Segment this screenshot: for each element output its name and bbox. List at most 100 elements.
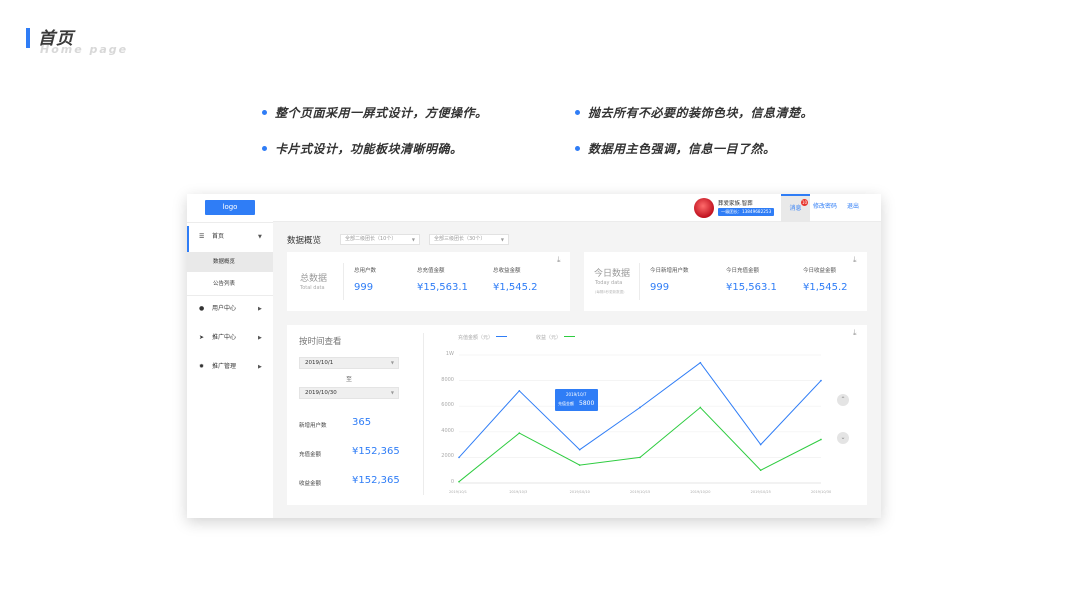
scroll-down-button[interactable]: ⌄	[837, 432, 849, 444]
sidebar-item-label: 首页	[212, 233, 225, 240]
bullet-dot	[262, 146, 267, 151]
page-subtitle: Home page	[40, 43, 129, 56]
data-point	[699, 406, 702, 409]
overview-title: 数据概览	[287, 236, 322, 246]
stat-value: ¥15,563.1	[417, 282, 468, 293]
data-point	[578, 464, 581, 466]
bullet-text: 数据用主色强调，信息一目了然。	[588, 142, 776, 156]
chevron-right-icon: ▶	[258, 306, 262, 312]
logo[interactable]: logo	[205, 200, 255, 215]
stat-label: 今日充值金额	[726, 268, 760, 274]
series-line-0	[458, 361, 822, 458]
message-count-badge: 10	[801, 199, 808, 206]
chevron-down-icon: ▼	[500, 237, 504, 242]
sidebar-item-home[interactable]: ☰ 首页 ▼	[187, 224, 273, 252]
data-point	[458, 480, 460, 483]
bullet-item: 卡片式设计，功能板块清晰明确。	[262, 140, 463, 157]
list-icon: ☰	[199, 233, 205, 240]
data-point	[820, 438, 822, 441]
sidebar-item-label: 推广中心	[212, 334, 237, 341]
tooltip-label: 充值金额	[558, 401, 574, 406]
card-note: (每隔5秒更新数据)	[595, 290, 625, 294]
scroll-up-button[interactable]: ⌃	[837, 394, 849, 406]
bullet-item: 抛去所有不必要的装饰色块，信息清楚。	[575, 104, 813, 121]
chart-tooltip: 2019/10/7 充值金额 5800	[555, 389, 598, 411]
bullet-item: 数据用主色强调，信息一目了然。	[575, 140, 776, 157]
bullet-item: 整个页面采用一屏式设计，方便操作。	[262, 104, 488, 121]
data-point	[759, 443, 762, 446]
title-accent-bar	[26, 28, 30, 48]
stat-value: ¥15,563.1	[726, 282, 777, 293]
stat-value: ¥1,545.2	[493, 282, 538, 293]
card-title: 总数据	[300, 274, 328, 284]
gear-icon: ✹	[199, 363, 205, 370]
bullet-text: 卡片式设计，功能板块清晰明确。	[275, 142, 463, 156]
card-subtitle: Today data	[595, 280, 623, 286]
sidebar-item-label: 推广管理	[212, 363, 237, 370]
time-range-card: 按时间查看 2019/10/1 ▼ 至 2019/10/30 ▼ 新增用户数 3…	[287, 325, 867, 505]
data-point	[518, 432, 521, 434]
select-value: 全部三级团长（30个）	[434, 236, 486, 242]
send-icon: ➤	[199, 334, 205, 341]
total-data-card: 总数据 Total data 总用户数 999 总充值金额 ¥15,563.1 …	[287, 252, 570, 311]
stat-value: ¥1,545.2	[803, 282, 848, 293]
messages-tab[interactable]: 消息	[781, 194, 810, 222]
sidebar-subitem-label: 公告列表	[213, 281, 236, 287]
bullet-text: 抛去所有不必要的装饰色块，信息清楚。	[588, 106, 814, 120]
card-divider	[343, 263, 344, 300]
tooltip-value: 5800	[579, 400, 595, 407]
chevron-down-icon: ⌄	[840, 434, 846, 441]
sidebar-divider	[187, 222, 273, 223]
bullet-dot	[575, 110, 580, 115]
series-line-1	[458, 406, 822, 483]
chevron-down-icon: ▼	[411, 237, 415, 242]
data-point	[820, 379, 822, 382]
data-point	[699, 361, 702, 364]
chevron-down-icon: ▼	[258, 234, 262, 240]
bullet-text: 整个页面采用一屏式设计，方便操作。	[275, 106, 488, 120]
logout-link[interactable]: 退出	[842, 194, 864, 222]
chevron-right-icon: ▶	[258, 335, 262, 341]
sidebar-item-promo-manage[interactable]: ✹ 推广管理 ▶	[187, 354, 273, 380]
card-divider	[639, 263, 640, 300]
user-name: 葬爱家族.智葬	[718, 201, 753, 207]
data-point	[518, 390, 521, 392]
avatar[interactable]	[694, 198, 714, 218]
select-value: 全部二级团长（10个）	[345, 236, 397, 242]
data-point	[578, 448, 581, 451]
stat-label: 总收益金额	[493, 268, 521, 274]
data-point	[458, 456, 460, 459]
user-icon: ●	[199, 305, 205, 312]
sidebar-subitem-label: 数据概览	[213, 259, 236, 265]
level3-filter-select[interactable]: 全部三级团长（30个） ▼	[429, 234, 509, 245]
stat-value: 999	[650, 282, 670, 293]
level2-filter-select[interactable]: 全部二级团长（10个） ▼	[340, 234, 420, 245]
stat-label: 今日收益金额	[803, 268, 837, 274]
sidebar-item-user-center[interactable]: ● 用户中心 ▶	[187, 296, 273, 322]
bullet-dot	[262, 110, 267, 115]
data-point	[639, 406, 641, 409]
bullet-dot	[575, 146, 580, 151]
sidebar-subitem-overview[interactable]: 数据概览	[187, 252, 273, 272]
download-icon[interactable]: ⤓	[853, 255, 857, 265]
stat-label: 总充值金额	[417, 268, 445, 274]
chevron-right-icon: ▶	[258, 364, 262, 370]
sidebar-item-label: 用户中心	[212, 305, 237, 312]
sidebar: logo ☰ 首页 ▼ 数据概览 公告列表 ● 用户中心 ▶ ➤ 推广中心 ▶ …	[187, 194, 273, 518]
change-password-link[interactable]: 修改密码	[812, 194, 838, 222]
download-icon[interactable]: ⤓	[557, 255, 561, 265]
sidebar-item-promo-center[interactable]: ➤ 推广中心 ▶	[187, 325, 273, 351]
stat-label: 今日新增用户数	[650, 268, 689, 274]
stat-value: 999	[354, 282, 374, 293]
tooltip-date: 2019/10/7	[566, 392, 587, 397]
user-role-tag: 一级团长：13849682253	[718, 208, 775, 216]
sidebar-subitem-notices[interactable]: 公告列表	[187, 274, 273, 294]
stat-label: 总用户数	[354, 268, 377, 274]
chevron-up-icon: ⌃	[840, 396, 846, 403]
active-indicator	[187, 226, 189, 252]
dashboard-window: logo ☰ 首页 ▼ 数据概览 公告列表 ● 用户中心 ▶ ➤ 推广中心 ▶ …	[187, 194, 881, 518]
card-title: 今日数据	[594, 269, 631, 279]
data-point	[639, 456, 641, 459]
today-data-card: 今日数据 Today data (每隔5秒更新数据) 今日新增用户数 999 今…	[584, 252, 867, 311]
card-subtitle: Total data	[300, 285, 325, 291]
